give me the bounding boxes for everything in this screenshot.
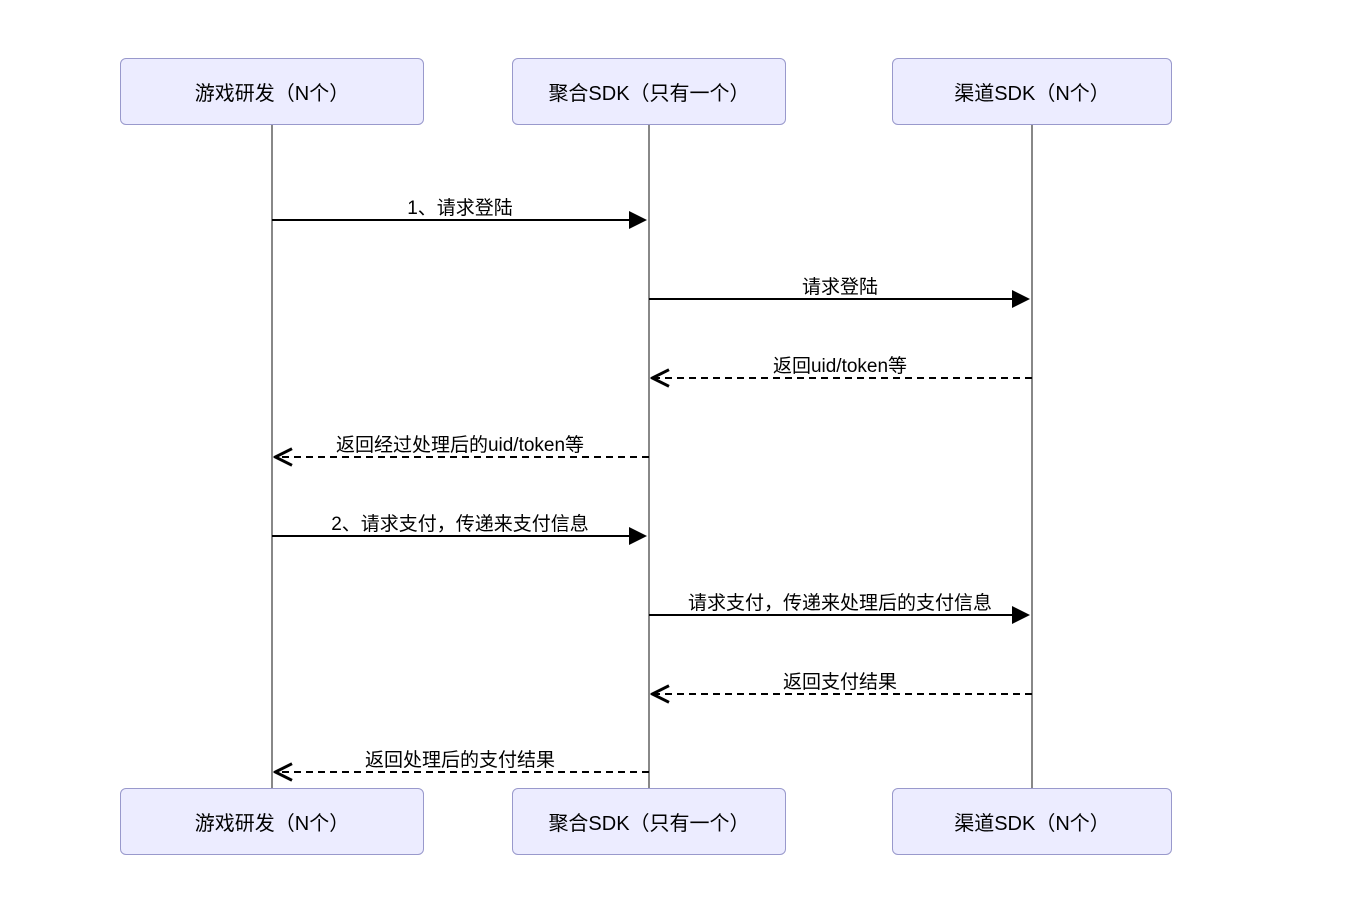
participant-label: 聚合SDK（只有一个） — [548, 83, 749, 105]
participant-bottom-2: 聚合SDK（只有一个） — [512, 788, 786, 855]
participant-top-3: 渠道SDK（N个） — [892, 58, 1172, 125]
message-label-2: 请求登陆 — [802, 272, 878, 299]
participant-label: 游戏研发（N个） — [195, 83, 349, 105]
participant-bottom-1: 游戏研发（N个） — [120, 788, 424, 855]
participant-label: 渠道SDK（N个） — [954, 83, 1110, 105]
message-label-8: 返回处理后的支付结果 — [365, 745, 555, 772]
participant-label: 渠道SDK（N个） — [954, 813, 1110, 835]
message-label-1: 1、请求登陆 — [407, 193, 513, 220]
message-label-5: 2、请求支付，传递来支付信息 — [331, 509, 589, 536]
arrows-svg-2 — [0, 0, 1358, 910]
sequence-diagram: 游戏研发（N个） 聚合SDK（只有一个） 渠道SDK（N个） — [0, 0, 1358, 910]
participant-bottom-3: 渠道SDK（N个） — [892, 788, 1172, 855]
participant-label: 游戏研发（N个） — [195, 813, 349, 835]
message-label-4: 返回经过处理后的uid/token等 — [336, 430, 584, 457]
message-label-6: 请求支付，传递来处理后的支付信息 — [688, 588, 992, 615]
message-label-7: 返回支付结果 — [783, 667, 897, 694]
message-label-3: 返回uid/token等 — [773, 351, 907, 378]
participant-label: 聚合SDK（只有一个） — [548, 813, 749, 835]
participant-top-2: 聚合SDK（只有一个） — [512, 58, 786, 125]
participant-top-1: 游戏研发（N个） — [120, 58, 424, 125]
